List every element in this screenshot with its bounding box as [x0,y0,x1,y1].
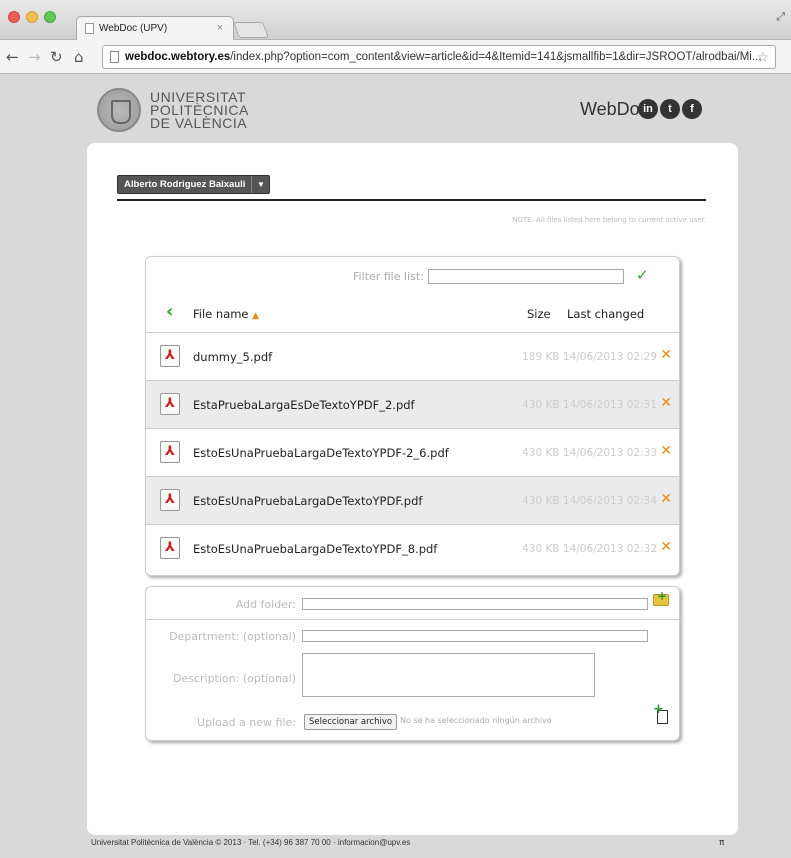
linkedin-icon[interactable]: in [638,99,658,119]
reload-icon[interactable]: ↻ [50,48,63,66]
page-icon [110,51,119,63]
footer-text: Universitat Politècnica de València © 20… [91,838,411,847]
delete-icon[interactable]: ✕ [660,443,672,459]
filter-input[interactable] [428,269,624,284]
back-arrow-icon[interactable]: ← [6,48,19,66]
facebook-icon[interactable]: f [682,99,702,119]
file-row[interactable]: ⅄ EstoEsUnaPruebaLargaDeTextoYPDF_8.pdf … [146,524,679,572]
bookmark-star-icon[interactable]: ☆ [756,49,769,66]
form-divider [146,619,681,620]
checkmark-icon[interactable]: ✓ [636,266,649,284]
delete-icon[interactable]: ✕ [660,347,672,363]
add-folder-input[interactable] [302,598,648,610]
close-window-button[interactable] [8,11,20,23]
chevron-down-icon: ▼ [251,176,269,193]
fullscreen-icon[interactable]: ⤢ [776,10,785,24]
file-row[interactable]: ⅄ EstoEsUnaPruebaLargaDeTextoYPDF-2_6.pd… [146,428,679,476]
back-chevron-icon[interactable]: ‹ [166,301,173,322]
university-seal-logo [97,88,141,132]
header-divider [117,199,706,201]
address-bar[interactable]: webdoc.webtory.es/index.php?option=com_c… [102,45,776,69]
sort-ascending-icon: ▲ [252,311,260,321]
file-list-panel: Filter file list: ✓ ‹ File name ▲ Size L… [145,256,680,576]
pdf-icon: ⅄ [160,393,180,415]
browser-toolbar: ← → ↻ ⌂ webdoc.webtory.es/index.php?opti… [0,40,791,74]
column-name-label: File name [193,307,249,321]
tab-title: WebDoc (UPV) [99,23,168,34]
add-folder-label: Add folder: [235,598,296,611]
delete-icon[interactable]: ✕ [660,539,672,555]
file-meta: 430 KB 14/06/2013 02:31 [522,399,657,411]
file-name[interactable]: EstoEsUnaPruebaLargaDeTextoYPDF-2_6.pdf [193,446,449,460]
department-label: Department: (optional) [169,630,296,643]
pdf-icon: ⅄ [160,345,180,367]
university-name: UNIVERSITAT POLITÈCNICA DE VALÈNCIA [150,90,249,131]
file-row[interactable]: ⅄ dummy_5.pdf 189 KB 14/06/2013 02:29 ✕ [146,332,679,380]
description-label: Description: (optional) [172,672,296,685]
file-name[interactable]: EstoEsUnaPruebaLargaDeTextoYPDF.pdf [193,494,422,508]
file-row[interactable]: ⅄ EstaPruebaLargaEsDeTextoYPDF_2.pdf 430… [146,380,679,428]
url-path: /index.php?option=com_content&view=artic… [230,51,762,63]
column-header-name[interactable]: File name ▲ [193,307,259,321]
tab-close-icon[interactable]: × [217,22,223,34]
twitter-icon[interactable]: t [660,99,680,119]
department-input[interactable] [302,630,648,642]
delete-icon[interactable]: ✕ [660,395,672,411]
file-meta: 189 KB 14/06/2013 02:29 [522,351,657,363]
filter-label: Filter file list: [353,270,424,283]
upload-panel: Add folder: Department: (optional) Descr… [145,586,681,741]
minimize-window-button[interactable] [26,11,38,23]
url-domain: webdoc.webtory.es [125,51,231,63]
ownership-note: NOTE: All files listed here belong to cu… [512,216,706,224]
browser-tab[interactable]: WebDoc (UPV) × [76,16,234,41]
add-folder-icon[interactable] [653,589,669,606]
main-card: Alberto Rodriguez Baixauli ▼ NOTE: All f… [87,143,738,835]
file-name[interactable]: EstaPruebaLargaEsDeTextoYPDF_2.pdf [193,398,415,412]
user-select-value: Alberto Rodriguez Baixauli [124,179,246,190]
home-icon[interactable]: ⌂ [74,48,84,66]
file-meta: 430 KB 14/06/2013 02:33 [522,447,657,459]
column-header-date[interactable]: Last changed [567,307,644,321]
file-name[interactable]: dummy_5.pdf [193,350,272,364]
pi-link[interactable]: π [719,838,724,848]
page-icon [85,23,94,34]
file-name[interactable]: EstoEsUnaPruebaLargaDeTextoYPDF_8.pdf [193,542,437,556]
pdf-icon: ⅄ [160,489,180,511]
new-tab-button[interactable] [233,22,269,38]
column-header-size[interactable]: Size [527,307,551,321]
window-titlebar: WebDoc (UPV) × ⤢ [0,0,791,41]
upload-file-icon[interactable] [653,702,668,724]
file-status-text: No se ha seleccionado ningún archivo [400,716,552,725]
description-textarea[interactable] [302,653,595,697]
logo-line-3: DE VALÈNCIA [150,115,248,131]
maximize-window-button[interactable] [44,11,56,23]
choose-file-button[interactable]: Seleccionar archivo [304,714,398,730]
upload-label: Upload a new file: [197,716,296,729]
delete-icon[interactable]: ✕ [660,491,672,507]
user-select[interactable]: Alberto Rodriguez Baixauli ▼ [117,175,271,194]
forward-arrow-icon[interactable]: → [28,48,41,66]
file-row[interactable]: ⅄ EstoEsUnaPruebaLargaDeTextoYPDF.pdf 43… [146,476,679,524]
pdf-icon: ⅄ [160,441,180,463]
pdf-icon: ⅄ [160,537,180,559]
file-meta: 430 KB 14/06/2013 02:32 [522,543,657,555]
file-meta: 430 KB 14/06/2013 02:34 [522,495,657,507]
